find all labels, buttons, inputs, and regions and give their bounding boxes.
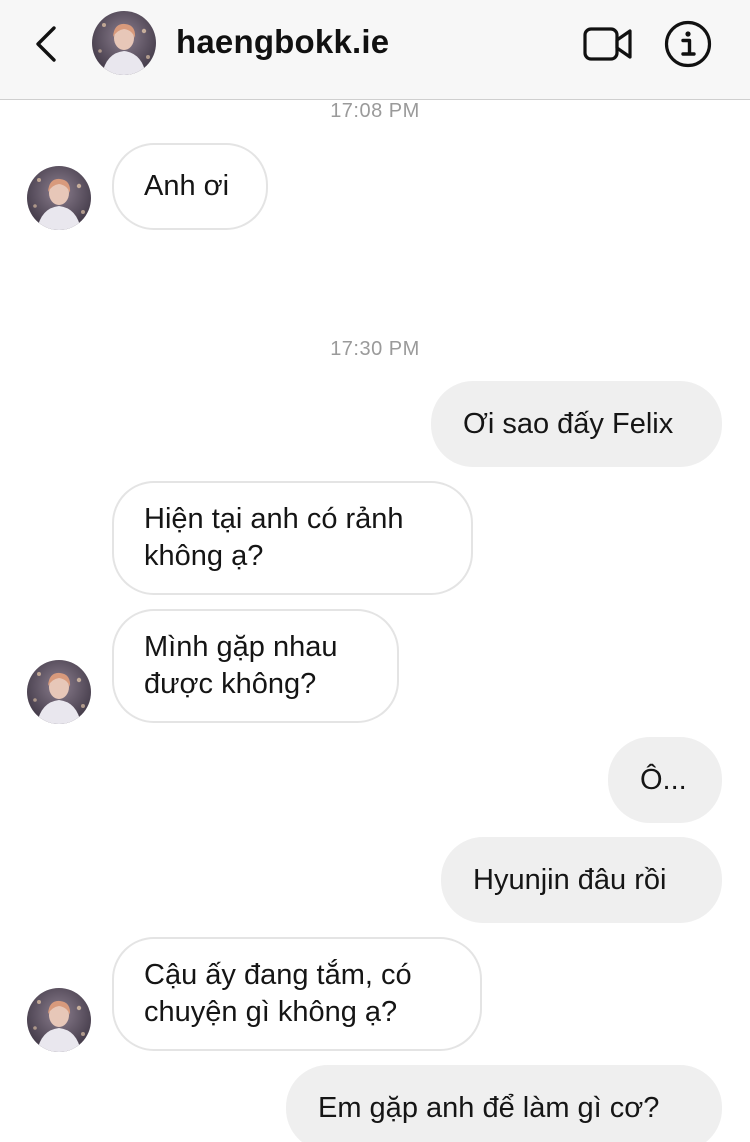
incoming-message-bubble[interactable]: Mình gặp nhau được không? — [112, 609, 399, 723]
sender-avatar[interactable] — [27, 660, 91, 724]
incoming-message-bubble[interactable]: Cậu ấy đang tắm, có chuyện gì không ạ? — [112, 937, 482, 1051]
video-camera-icon — [583, 27, 632, 61]
incoming-message-bubble[interactable]: Hiện tại anh có rảnh không ạ? — [112, 481, 473, 595]
incoming-message-bubble[interactable]: Anh ơi — [112, 143, 268, 230]
sender-avatar[interactable] — [27, 166, 91, 230]
contact-avatar[interactable] — [92, 11, 156, 75]
info-icon — [664, 20, 712, 68]
chat-header: haengbokk.ie — [0, 0, 750, 100]
outgoing-message-bubble[interactable]: Ô... — [608, 737, 722, 823]
outgoing-message-bubble[interactable]: Ơi sao đấy Felix — [431, 381, 722, 467]
timestamp: 17:30 PM — [330, 338, 420, 360]
chevron-left-icon — [36, 26, 56, 62]
timestamp: 17:08 PM — [330, 100, 420, 122]
contact-username[interactable]: haengbokk.ie — [176, 20, 389, 64]
info-button[interactable] — [662, 18, 714, 70]
outgoing-message-bubble[interactable]: Em gặp anh để làm gì cơ? — [286, 1065, 722, 1142]
dm-screen: haengbokk.ie 17:08 PM Anh ơi 17:30 PM Ơi… — [0, 0, 750, 1142]
sender-avatar[interactable] — [27, 988, 91, 1052]
video-call-button[interactable] — [582, 22, 634, 66]
back-button[interactable] — [26, 22, 66, 66]
outgoing-message-bubble[interactable]: Hyunjin đâu rồi — [441, 837, 722, 923]
